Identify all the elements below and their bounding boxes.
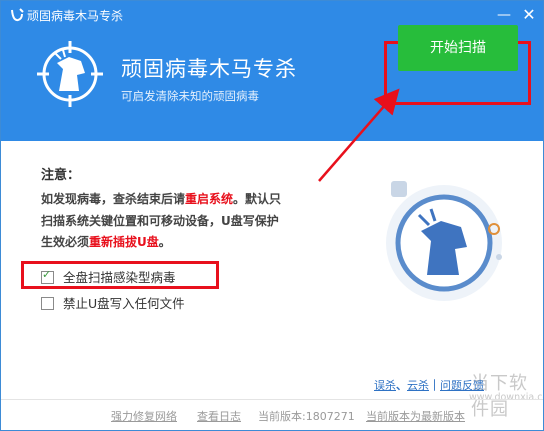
app-icon [11, 8, 24, 22]
full-disk-scan-label: 全盘扫描感染型病毒 [63, 270, 176, 285]
block-usb-write-label: 禁止U盘写入任何文件 [63, 296, 185, 311]
problem-link[interactable]: 问题 [440, 379, 462, 392]
app-subtitle: 可启发清除未知的顽固病毒 [121, 89, 259, 103]
notice-line1-suffix: 。默认只 [233, 192, 282, 206]
notice-line3-suffix: 。 [158, 235, 171, 249]
app-window: 顽固病毒木马专杀 — ✕ 顽固病毒木马专杀 可启发清除未知的顽固病毒 开始扫描 [0, 0, 544, 431]
minimize-icon: — [497, 7, 511, 23]
close-button[interactable]: ✕ [516, 3, 542, 27]
cloud-kill-link[interactable]: 云杀 [407, 379, 429, 392]
feedback-link[interactable]: 反馈 [462, 379, 484, 392]
notice-line2: 扫描系统关键位置和可移动设备，U盘写保护 [41, 213, 279, 228]
window-title: 顽固病毒木马专杀 [27, 9, 124, 23]
footer-bar: 强力修复网络 查看日志 当前版本:1807271 当前版本为最新版本 [1, 399, 543, 430]
version-status: 当前版本为最新版本 [366, 410, 465, 423]
view-log-link[interactable]: 查看日志 [197, 408, 241, 424]
block-usb-write-option[interactable]: 禁止U盘写入任何文件 [41, 293, 185, 312]
minimize-button[interactable]: — [491, 3, 517, 27]
full-disk-scan-option[interactable]: ✓ 全盘扫描感染型病毒 [41, 267, 176, 286]
link-separator: 、 [396, 379, 407, 392]
close-icon: ✕ [522, 5, 536, 24]
start-scan-button[interactable]: 开始扫描 [398, 25, 518, 71]
feedback-links: 误杀、云杀｜问题反馈 [374, 377, 484, 393]
link-separator: ｜ [429, 379, 440, 392]
misreport-link[interactable]: 误杀 [374, 379, 396, 392]
app-title: 顽固病毒木马专杀 [121, 57, 297, 81]
version-text: 当前版本:1807271 [258, 410, 355, 423]
notice-line3-prefix: 生效必须 [41, 235, 90, 249]
notice-line1-prefix: 如发现病毒，查杀结束后请 [41, 192, 186, 206]
notice-title: 注意： [41, 168, 81, 183]
notice-body: 如发现病毒，查杀结束后请重启系统。默认只 扫描系统关键位置和可移动设备，U盘写保… [41, 189, 331, 254]
horse-crosshair-logo-icon [37, 41, 103, 107]
notice-replug-text: 重新插拔U盘 [89, 235, 159, 249]
shield-illustration-icon [386, 181, 502, 301]
check-icon: ✓ [42, 268, 52, 281]
repair-network-link[interactable]: 强力修复网络 [111, 408, 177, 424]
block-usb-write-checkbox[interactable] [41, 297, 54, 310]
notice-restart-text: 重启系统 [185, 192, 234, 206]
full-disk-scan-checkbox[interactable]: ✓ [41, 268, 54, 284]
